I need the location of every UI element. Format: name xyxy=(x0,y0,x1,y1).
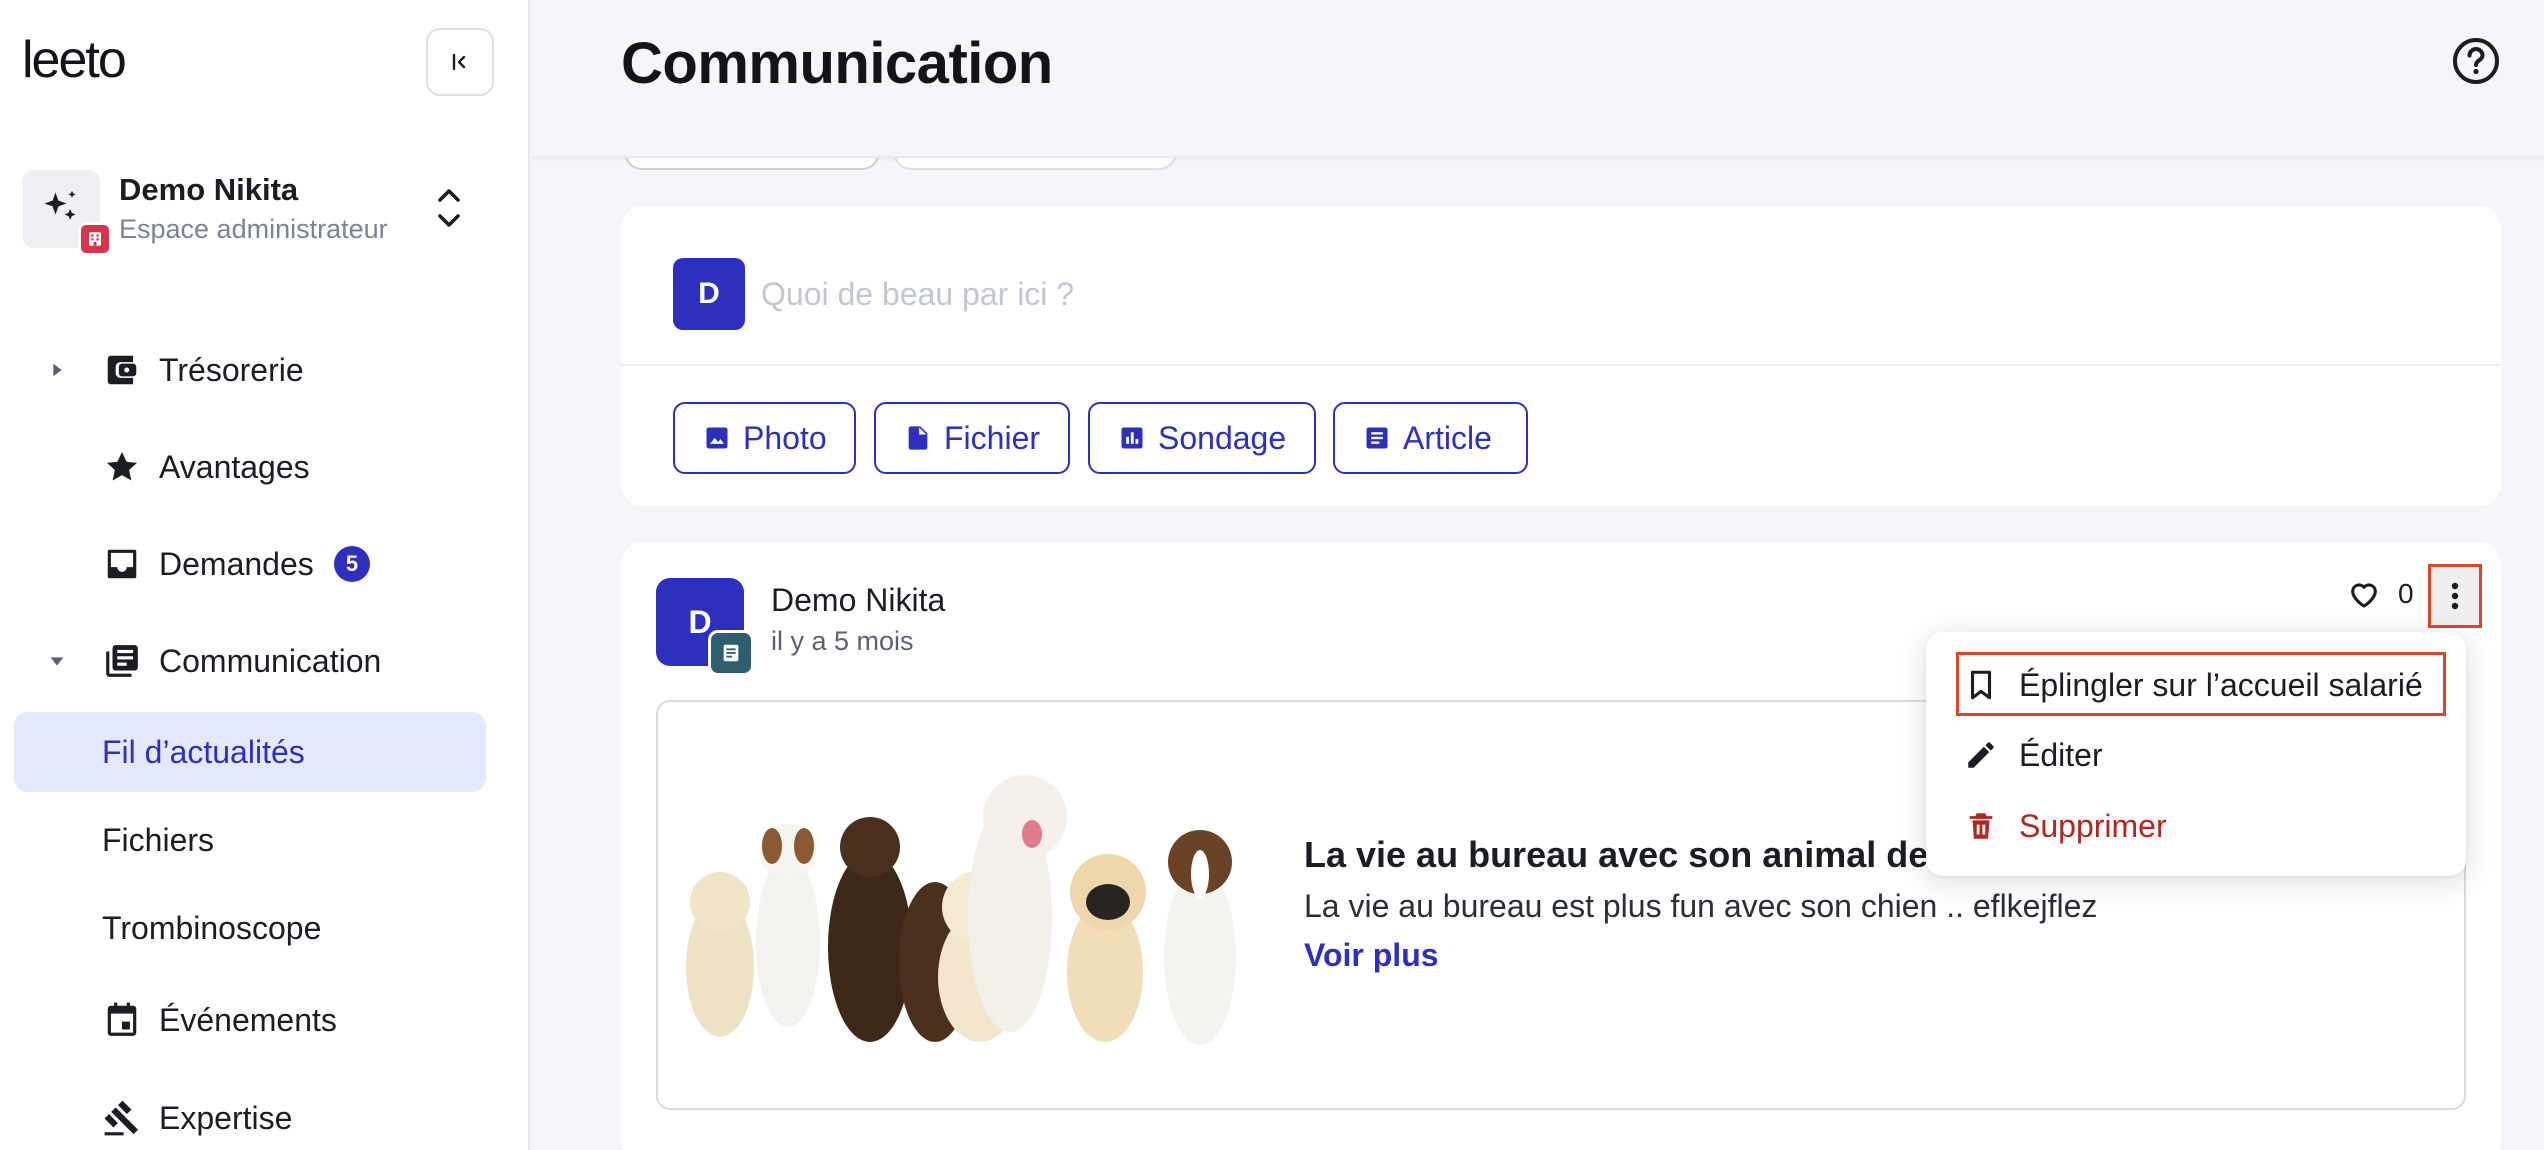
menu-item-label: Éditer xyxy=(2019,736,2103,773)
add-photo-label: Photo xyxy=(743,419,827,456)
sidebar-subitem-label: Fil d’actualités xyxy=(102,733,305,770)
help-icon[interactable] xyxy=(2451,36,2501,86)
menu-item-edit[interactable]: Éditer xyxy=(1926,722,2466,788)
page-header: Communication xyxy=(532,0,2544,158)
sidebar-item-label: Événements xyxy=(159,1001,337,1038)
article-title: La vie au bureau avec son animal de c xyxy=(1304,834,1959,875)
star-icon xyxy=(106,451,138,481)
sidebar-item-label: Trésorerie xyxy=(159,351,304,388)
sidebar-item-label: Avantages xyxy=(159,448,310,485)
admin-badge-icon xyxy=(78,222,112,256)
caret-right-icon[interactable] xyxy=(46,359,68,381)
calendar-icon xyxy=(107,1002,137,1036)
add-file-button[interactable]: Fichier xyxy=(874,402,1070,474)
post-composer: D Photo Fichier Sondage Article xyxy=(621,206,2501,506)
add-poll-button[interactable]: Sondage xyxy=(1088,402,1316,474)
post-options-menu: Éplingler sur l’accueil salarié Éditer S… xyxy=(1926,632,2466,876)
user-avatar: D xyxy=(673,258,745,330)
composer-input[interactable] xyxy=(761,266,2361,322)
kebab-menu-icon xyxy=(2451,582,2459,610)
menu-item-delete[interactable]: Supprimer xyxy=(1926,793,2466,859)
file-icon xyxy=(908,426,928,450)
sparkles-icon xyxy=(44,190,76,220)
requests-count-badge: 5 xyxy=(334,546,370,582)
news-icon xyxy=(106,645,138,677)
add-photo-button[interactable]: Photo xyxy=(673,402,856,474)
add-article-button[interactable]: Article xyxy=(1333,402,1528,474)
read-more-link[interactable]: Voir plus xyxy=(1304,937,1439,974)
header-shadow xyxy=(532,156,2544,162)
workspace-name: Demo Nikita xyxy=(119,172,299,207)
collapse-left-icon xyxy=(452,53,466,71)
sidebar-item-label: Demandes xyxy=(159,545,314,582)
article-description: La vie au bureau est plus fun avec son c… xyxy=(1304,888,2098,924)
sidebar-subitem-label: Trombinoscope xyxy=(102,909,322,946)
sidebar-subitem-fil-actualites[interactable]: Fil d’actualités xyxy=(0,714,530,790)
like-count: 0 xyxy=(2398,578,2414,609)
pencil-icon xyxy=(1968,742,1994,768)
post-author[interactable]: Demo Nikita xyxy=(771,582,945,619)
add-article-label: Article xyxy=(1403,419,1492,456)
menu-item-label: Supprimer xyxy=(2019,807,2167,844)
sidebar-item-label: Communication xyxy=(159,642,382,679)
wallet-icon xyxy=(107,355,137,385)
article-icon xyxy=(1366,427,1388,449)
bookmark-icon xyxy=(1970,670,1992,700)
collapse-sidebar-button[interactable] xyxy=(426,28,494,96)
menu-item-label: Éplingler sur l’accueil salarié xyxy=(2019,666,2423,703)
sidebar-item-evenements[interactable]: Événements xyxy=(0,985,530,1055)
more-options-button[interactable] xyxy=(2428,564,2482,628)
workspace-switcher[interactable]: Demo Nikita Espace administrateur xyxy=(22,166,482,256)
sidebar-item-communication[interactable]: Communication xyxy=(0,626,530,696)
sidebar-subitem-trombinoscope[interactable]: Trombinoscope xyxy=(0,890,530,966)
trash-icon xyxy=(1969,813,1993,839)
post-timestamp: il y a 5 mois xyxy=(771,626,914,656)
inbox-icon xyxy=(107,549,137,579)
sidebar-item-demandes[interactable]: Demandes 5 xyxy=(0,529,530,599)
heart-icon[interactable] xyxy=(2347,577,2381,611)
article-type-icon xyxy=(708,630,754,676)
sidebar-item-label: Expertise xyxy=(159,1099,293,1136)
workspace-subtitle: Espace administrateur xyxy=(119,214,388,244)
caret-down-icon[interactable] xyxy=(46,650,68,672)
poll-icon xyxy=(1121,427,1143,449)
sidebar-item-avantages[interactable]: Avantages xyxy=(0,432,530,502)
gavel-icon xyxy=(104,1100,138,1136)
image-icon xyxy=(706,427,728,449)
menu-item-pin[interactable]: Éplingler sur l’accueil salarié xyxy=(1926,652,2466,718)
add-poll-label: Sondage xyxy=(1158,419,1287,456)
divider xyxy=(621,364,2501,366)
sidebar-item-expertise[interactable]: Expertise xyxy=(0,1083,530,1150)
sidebar: leeto Demo Nikita Espace administrateur xyxy=(0,0,530,1150)
add-file-label: Fichier xyxy=(944,419,1041,456)
leeto-logo[interactable]: leeto xyxy=(22,30,127,90)
chevron-up-down-icon[interactable] xyxy=(434,178,464,238)
sidebar-item-tresorerie[interactable]: Trésorerie xyxy=(0,335,530,405)
sidebar-subitem-label: Fichiers xyxy=(102,821,215,858)
sidebar-subitem-fichiers[interactable]: Fichiers xyxy=(0,802,530,878)
page-title: Communication xyxy=(621,31,1053,96)
dogs-image xyxy=(680,752,1280,1052)
